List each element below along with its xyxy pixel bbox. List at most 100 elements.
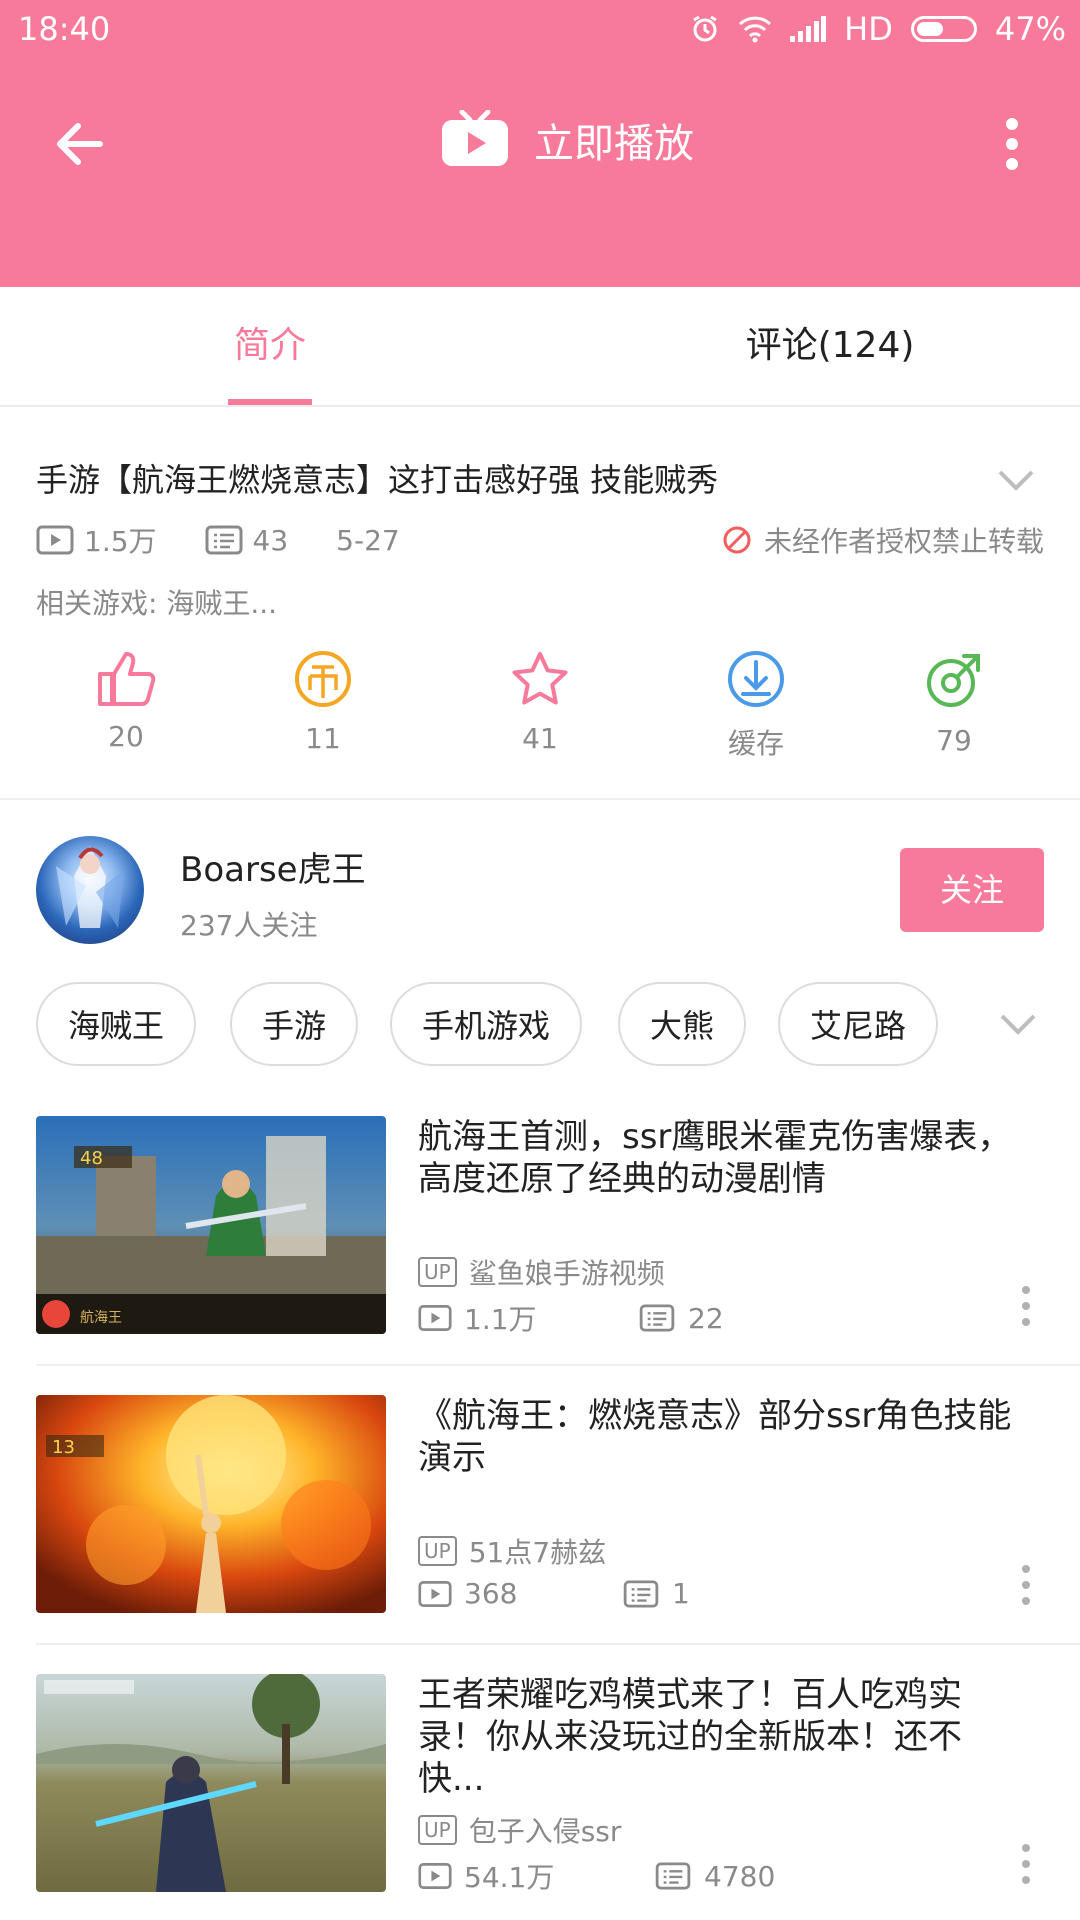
- up-badge: UP: [418, 1815, 457, 1845]
- thumbnail-image: [36, 1674, 386, 1892]
- list-divider: [36, 1643, 1080, 1645]
- svg-text:航海王: 航海王: [80, 1310, 122, 1326]
- star-icon: [512, 652, 568, 705]
- uploader-avatar[interactable]: [36, 836, 144, 944]
- related-video-title: 王者荣耀吃鸡模式来了！百人吃鸡实录！你从来没玩过的全新版本！还不快...: [418, 1675, 962, 1799]
- related-uploader: UP 鲨鱼娘手游视频: [418, 1252, 665, 1292]
- back-button[interactable]: [50, 112, 114, 176]
- view-count: 1.5万: [84, 525, 157, 558]
- related-danmaku: 1: [672, 1577, 690, 1610]
- alarm-icon: [693, 15, 717, 42]
- like-count: 20: [108, 720, 144, 753]
- related-video-title: 航海王首测，ssr鹰眼米霍克伤害爆表，高度还原了经典的动漫剧情: [418, 1117, 1012, 1199]
- danmaku-icon: [205, 525, 243, 555]
- tag-chip[interactable]: 手游: [230, 982, 359, 1066]
- danmaku-count: 43: [252, 523, 289, 557]
- copyright-notice: 未经作者授权禁止转载: [722, 520, 1044, 560]
- follow-button[interactable]: 关注: [900, 848, 1044, 932]
- share-count: 79: [936, 724, 972, 757]
- related-video-item[interactable]: 航海王 48 航海王首测，ssr鹰眼米霍克伤害爆表，高度还原了经典的动漫剧情 U…: [36, 1116, 1044, 1336]
- battery-icon: [910, 16, 977, 42]
- tab-bar: 简介 评论(124): [0, 287, 1080, 407]
- tab-comments[interactable]: 评论(124): [720, 287, 940, 405]
- cache-button[interactable]: 缓存: [686, 650, 826, 762]
- video-title: 手游【航海王燃烧意志】这打击感好强 技能贼秀: [36, 461, 719, 499]
- coin-icon: [295, 651, 351, 707]
- item-more-button[interactable]: [1016, 1284, 1036, 1328]
- chevron-down-icon: [1000, 1014, 1036, 1035]
- up-badge: UP: [418, 1257, 457, 1287]
- play-count-icon: [418, 1305, 452, 1331]
- uploader-name[interactable]: Boarse虎王: [180, 842, 366, 891]
- thumbnail-image: 航海王 48: [36, 1116, 386, 1334]
- signal-icon: [790, 16, 827, 42]
- tag-chip[interactable]: 手机游戏: [390, 982, 583, 1066]
- favorite-count: 41: [522, 722, 558, 755]
- related-video-title: 《航海王：燃烧意志》部分ssr角色技能演示: [418, 1396, 1012, 1478]
- page-title: 立即播放: [534, 121, 694, 167]
- item-more-button[interactable]: [1016, 1842, 1036, 1886]
- more-vertical-icon: [1022, 1286, 1030, 1326]
- svg-text:48: 48: [80, 1148, 103, 1169]
- related-stats: 54.1万 4780: [418, 1856, 775, 1896]
- related-stats: 368 1: [418, 1577, 690, 1610]
- play-count-icon: [36, 525, 74, 555]
- video-thumbnail[interactable]: [36, 1674, 386, 1892]
- like-button[interactable]: 20: [56, 650, 196, 753]
- tab-active-indicator: [228, 399, 312, 405]
- coin-button[interactable]: 11: [253, 650, 393, 755]
- tag-chip[interactable]: 大熊: [618, 982, 747, 1066]
- related-uploader-name: 鲨鱼娘手游视频: [468, 1257, 665, 1290]
- coin-count: 11: [305, 722, 341, 755]
- tv-play-icon: [442, 110, 508, 166]
- share-icon: [927, 654, 980, 707]
- upload-date: 5-27: [336, 523, 400, 557]
- battery-level: 47%: [994, 10, 1066, 48]
- item-more-button[interactable]: [1016, 1563, 1036, 1607]
- related-views: 1.1万: [464, 1303, 537, 1336]
- arrow-left-icon: [57, 123, 103, 165]
- related-uploader: UP 包子入侵ssr: [418, 1810, 621, 1850]
- network-type: HD: [844, 10, 893, 48]
- related-uploader: UP 51点7赫兹: [418, 1531, 606, 1571]
- copyright-text: 未经作者授权禁止转载: [763, 525, 1044, 558]
- more-menu-button[interactable]: [992, 112, 1032, 176]
- related-uploader-name: 51点7赫兹: [468, 1536, 607, 1569]
- up-badge: UP: [418, 1536, 457, 1566]
- favorite-button[interactable]: 41: [470, 650, 610, 755]
- share-button[interactable]: 79: [884, 650, 1024, 757]
- expand-description-button[interactable]: [996, 460, 1036, 500]
- tag-chip[interactable]: 海贼王: [36, 982, 197, 1066]
- status-icons: HD 47%: [690, 10, 1066, 48]
- danmaku-icon: [639, 1304, 675, 1332]
- wifi-icon: [739, 16, 772, 43]
- tag-chip[interactable]: 艾尼路: [778, 982, 939, 1066]
- status-time: 18:40: [18, 10, 111, 48]
- header-title-group[interactable]: 立即播放: [440, 110, 694, 170]
- avatar-image: [56, 846, 124, 928]
- uploader-followers: 237人关注: [180, 909, 318, 942]
- status-bar: 18:40 HD 47%: [0, 0, 1080, 62]
- cache-label: 缓存: [727, 727, 784, 760]
- more-vertical-icon: [1006, 118, 1018, 170]
- related-video-item[interactable]: 王者荣耀吃鸡模式来了！百人吃鸡实录！你从来没玩过的全新版本！还不快... UP …: [36, 1674, 1044, 1894]
- related-stats: 1.1万 22: [418, 1298, 724, 1338]
- expand-tags-button[interactable]: [998, 1004, 1038, 1044]
- tab-intro[interactable]: 简介: [228, 287, 312, 405]
- chevron-down-icon: [998, 470, 1034, 491]
- related-danmaku: 22: [688, 1301, 724, 1335]
- video-meta-row: 1.5万 43 5-27: [36, 520, 400, 560]
- more-vertical-icon: [1022, 1565, 1030, 1605]
- danmaku-icon: [623, 1579, 659, 1608]
- related-video-item[interactable]: 13 《航海王：燃烧意志》部分ssr角色技能演示 UP 51点7赫兹 368 1: [36, 1395, 1044, 1615]
- related-views: 54.1万: [464, 1861, 555, 1894]
- thumbnail-image: 13: [36, 1395, 386, 1613]
- play-count-icon: [418, 1863, 452, 1889]
- like-icon: [98, 652, 156, 706]
- related-game-link[interactable]: 相关游戏: 海贼王...: [36, 582, 277, 622]
- more-vertical-icon: [1022, 1844, 1030, 1884]
- video-thumbnail[interactable]: 13: [36, 1395, 386, 1613]
- video-thumbnail[interactable]: 航海王 48: [36, 1116, 386, 1334]
- related-uploader-name: 包子入侵ssr: [468, 1815, 622, 1848]
- list-divider: [36, 1364, 1080, 1366]
